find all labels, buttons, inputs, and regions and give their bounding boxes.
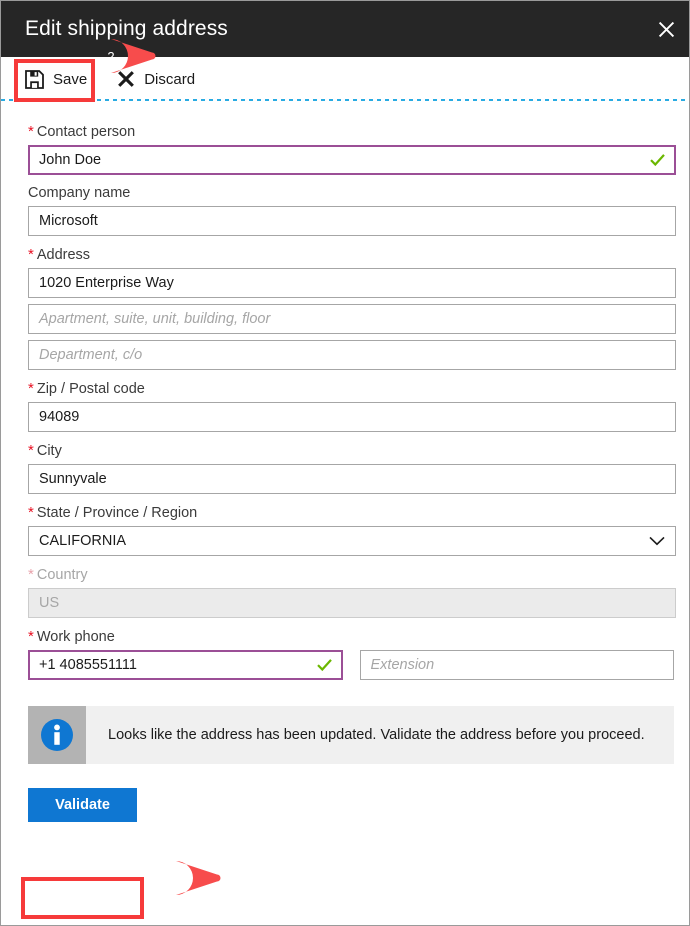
contact-person-input[interactable]: John Doe: [28, 145, 676, 175]
required-asterisk: *: [28, 246, 34, 263]
required-asterisk: *: [28, 442, 34, 459]
company-name-input[interactable]: Microsoft: [28, 206, 676, 236]
work-phone-label: * Work phone: [28, 628, 115, 645]
valid-check-icon: [316, 657, 333, 674]
highlight-box-validate: [21, 877, 144, 919]
info-message-text: Looks like the address has been updated.…: [108, 727, 645, 743]
close-icon: [658, 21, 675, 38]
city-label: * City: [28, 442, 62, 459]
required-asterisk: *: [28, 628, 34, 645]
country-value: US: [39, 595, 60, 611]
zip-input[interactable]: 94089: [28, 402, 676, 432]
field-city: * City Sunnyvale: [1, 442, 689, 494]
zip-value: 94089: [39, 409, 80, 425]
chevron-down-icon: [649, 536, 665, 546]
required-asterisk: *: [28, 123, 34, 140]
discard-button-label: Discard: [144, 70, 196, 88]
field-state-province: * State / Province / Region CALIFORNIA: [1, 504, 689, 556]
extension-input[interactable]: Extension: [359, 650, 674, 680]
work-phone-input[interactable]: +1 4085551111: [28, 650, 343, 680]
valid-check-icon: [649, 152, 666, 169]
validate-button-container: Validate: [1, 764, 689, 822]
zip-label: * Zip / Postal code: [28, 380, 145, 397]
validate-button[interactable]: Validate: [28, 788, 137, 822]
state-province-label: * State / Province / Region: [28, 504, 198, 521]
address-line3-placeholder: Department, c/o: [39, 347, 143, 363]
address-line2-placeholder: Apartment, suite, unit, building, floor: [39, 311, 271, 327]
company-name-label: Company name: [28, 185, 131, 201]
dialog-titlebar: Edit shipping address: [1, 1, 689, 57]
save-button-label: Save: [53, 70, 88, 88]
field-address: * Address 1020 Enterprise Way: [1, 246, 689, 298]
country-label: * Country: [28, 566, 88, 583]
country-input: US: [28, 588, 676, 618]
address-value: 1020 Enterprise Way: [39, 275, 174, 291]
state-province-select[interactable]: CALIFORNIA: [28, 526, 676, 556]
edit-shipping-address-dialog: Edit shipping address Save Discard * Con…: [0, 0, 690, 926]
extension-placeholder: Extension: [370, 657, 435, 673]
page-title: Edit shipping address: [25, 17, 228, 40]
state-province-value: CALIFORNIA: [39, 533, 127, 549]
callout-marker-1: 1: [159, 861, 221, 895]
cross-icon: [117, 70, 135, 88]
info-circle-icon: [28, 706, 86, 764]
field-company-name: Company name Microsoft: [1, 185, 689, 236]
command-toolbar: Save Discard: [1, 57, 689, 101]
save-button[interactable]: Save: [25, 64, 87, 94]
city-value: Sunnyvale: [39, 471, 107, 487]
address-input[interactable]: 1020 Enterprise Way: [28, 268, 676, 298]
address-line2-input[interactable]: Apartment, suite, unit, building, floor: [28, 304, 676, 334]
callout-marker-1-number: 1: [172, 870, 180, 886]
city-input[interactable]: Sunnyvale: [28, 464, 676, 494]
address-line3-input[interactable]: Department, c/o: [28, 340, 676, 370]
field-contact-person: * Contact person John Doe: [1, 123, 689, 175]
required-asterisk: *: [28, 566, 34, 583]
required-asterisk: *: [28, 380, 34, 397]
company-name-value: Microsoft: [39, 213, 98, 229]
contact-person-value: John Doe: [39, 152, 102, 168]
field-country: * Country US: [1, 566, 689, 618]
address-form: * Contact person John Doe Company name Mi…: [1, 101, 689, 680]
address-label: * Address: [28, 246, 91, 263]
work-phone-row: +1 4085551111 Extension: [28, 650, 674, 680]
field-work-phone: * Work phone +1 4085551111 Extension: [1, 628, 689, 680]
required-asterisk: *: [28, 504, 34, 521]
toolbar-separator: [1, 99, 689, 101]
work-phone-value: +1 4085551111: [39, 657, 137, 673]
field-address-line2: Apartment, suite, unit, building, floor: [1, 298, 689, 334]
discard-button[interactable]: Discard: [117, 64, 195, 94]
contact-person-label: * Contact person: [28, 123, 136, 140]
field-address-line3: Department, c/o: [1, 334, 689, 370]
close-button[interactable]: [643, 1, 689, 57]
save-floppy-icon: [25, 69, 44, 89]
info-message-bar: Looks like the address has been updated.…: [28, 706, 674, 764]
field-zip: * Zip / Postal code 94089: [1, 380, 689, 432]
